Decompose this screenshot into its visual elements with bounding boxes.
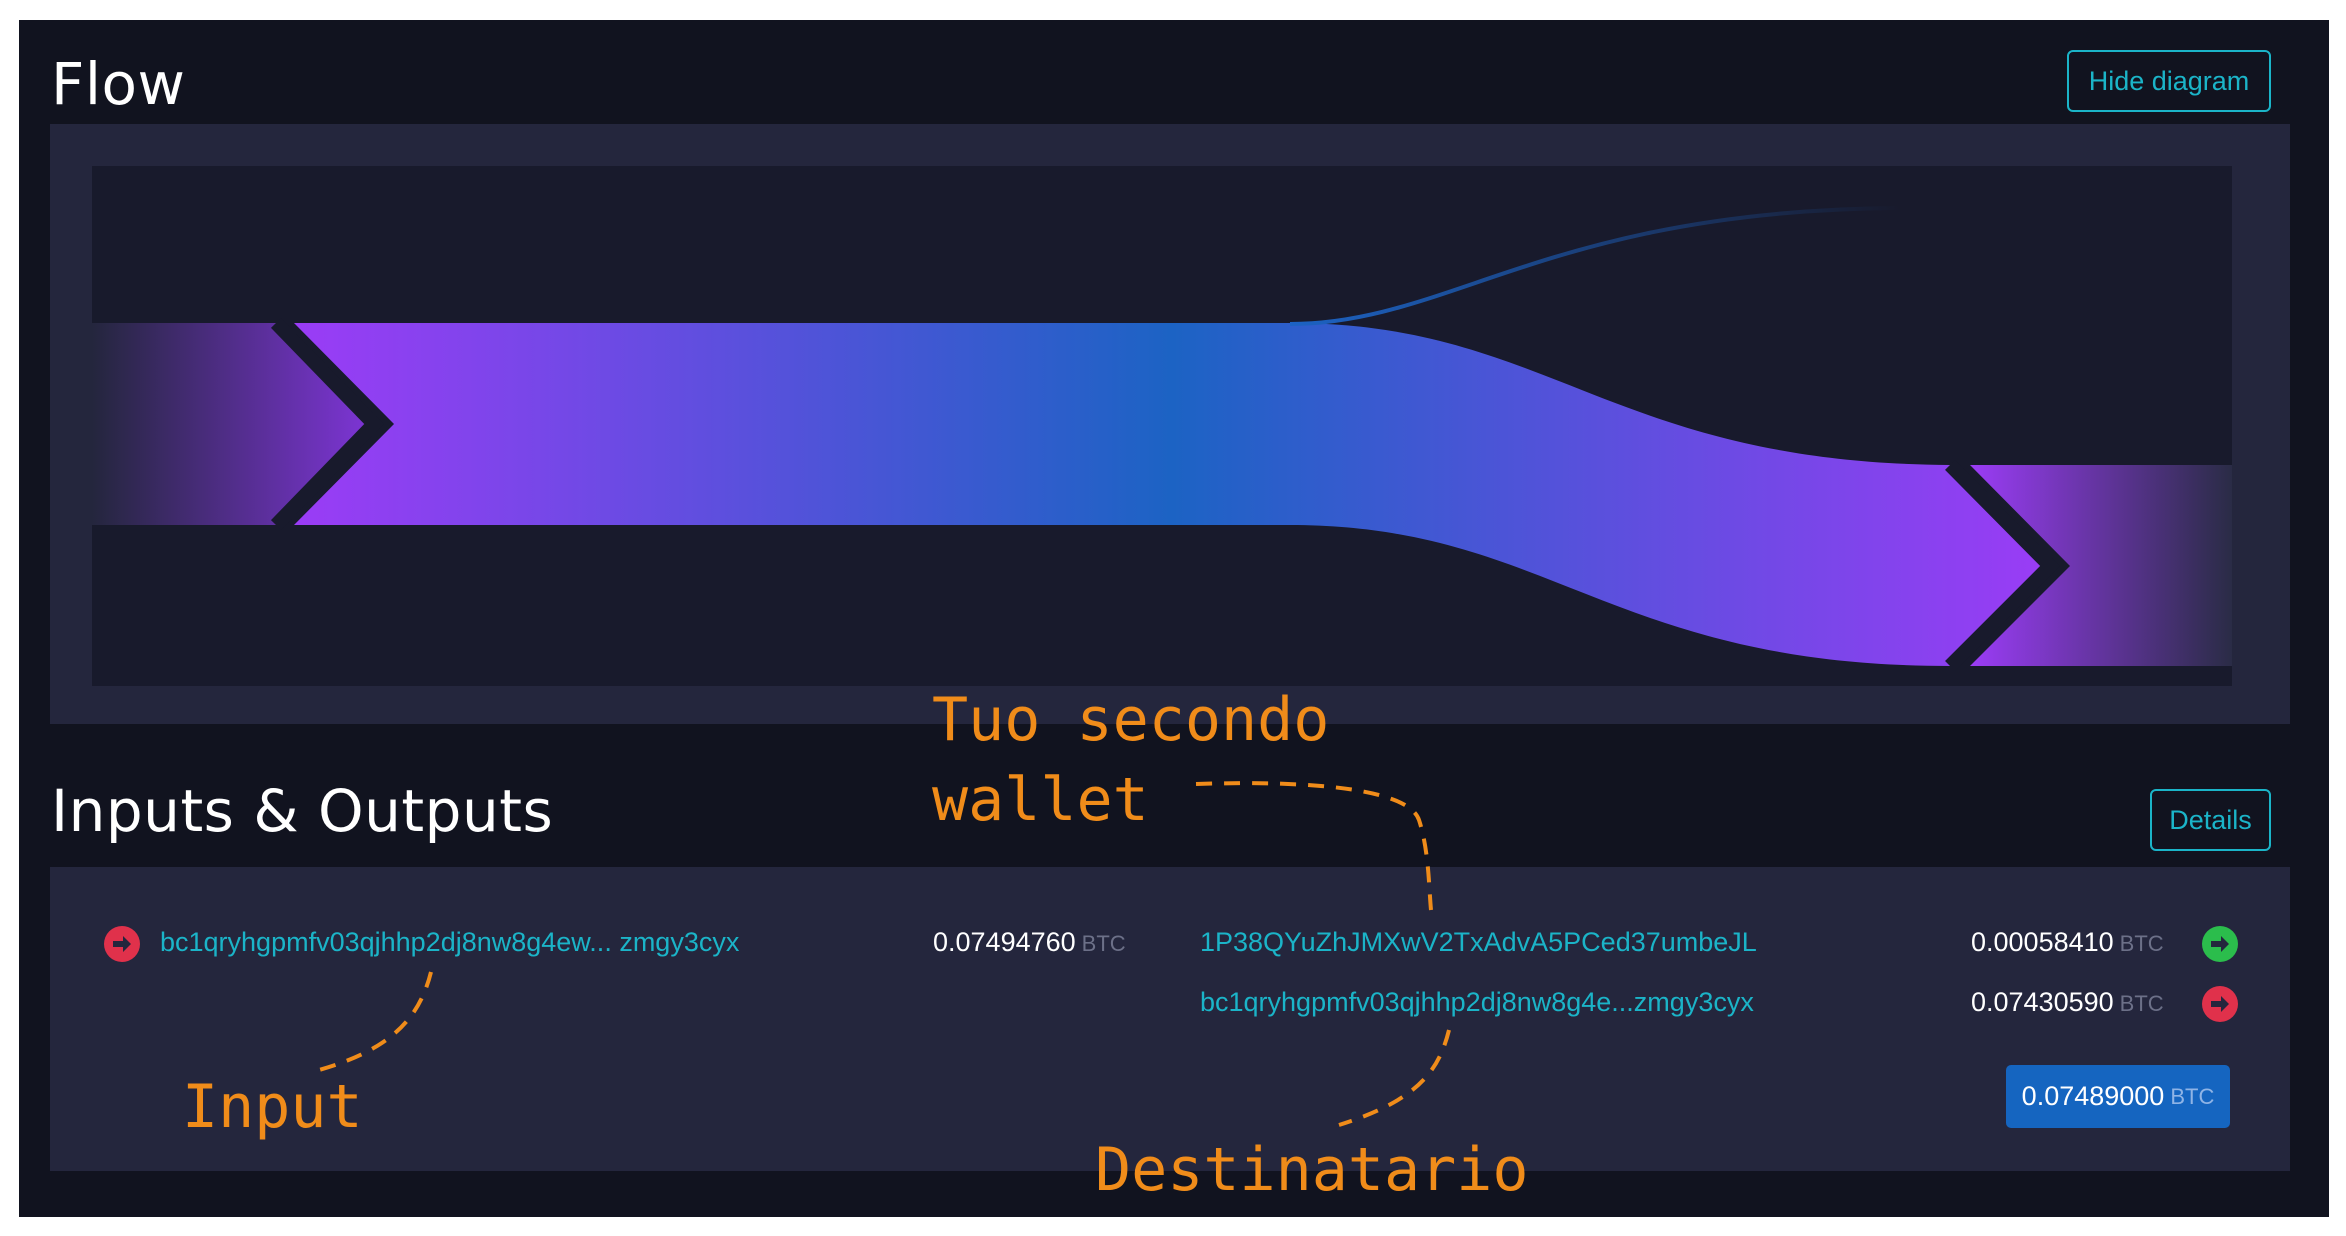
output-amount-unit-1: BTC (2119, 931, 2164, 956)
details-button[interactable]: Details (2150, 789, 2271, 851)
output-amount-2: 0.07430590 BTC (1971, 987, 2164, 1018)
output-amount-unit-2: BTC (2119, 991, 2164, 1016)
second-wallet-annotation-line1: Tuo secondo (932, 685, 1330, 755)
total-amount-badge: 0.07489000 BTC (2006, 1065, 2230, 1128)
recipient-annotation: Destinatario (1095, 1135, 1529, 1205)
second-wallet-annotation-line2: wallet (932, 765, 1149, 835)
total-amount-unit: BTC (2170, 1083, 2215, 1109)
input-amount-value: 0.07494760 (933, 927, 1076, 957)
inputs-outputs-panel: bc1qryhgpmfv03qjhhp2dj8nw8g4ew... zmgy3c… (50, 867, 2290, 1171)
flow-diagram (92, 206, 2232, 671)
main-flow-band (294, 323, 2050, 666)
output-address-link-1[interactable]: 1P38QYuZhJMXwV2TxAdvA5PCed37umbeJL (1200, 927, 1757, 958)
input-amount-unit: BTC (1081, 931, 1126, 956)
input-annotation: Input (182, 1072, 363, 1142)
flow-title: Flow (51, 50, 186, 118)
input-address-link[interactable]: bc1qryhgpmfv03qjhhp2dj8nw8g4ew... zmgy3c… (160, 927, 739, 958)
output-address-link-2[interactable]: bc1qryhgpmfv03qjhhp2dj8nw8g4e...zmgy3cyx (1200, 987, 1754, 1018)
output-amount-1: 0.00058410 BTC (1971, 927, 2164, 958)
total-amount-value: 0.07489000 (2021, 1081, 2165, 1111)
arrow-right-green-icon[interactable] (2202, 926, 2238, 962)
arrow-right-red-icon[interactable] (2202, 986, 2238, 1022)
flow-diagram-panel (50, 124, 2290, 724)
arrow-right-red-icon[interactable] (104, 926, 140, 962)
inputs-outputs-title: Inputs & Outputs (51, 777, 554, 845)
app-frame: Flow Hide diagram Inputs & Outputs Detai… (19, 20, 2329, 1217)
output-amount-value-2: 0.07430590 (1971, 987, 2114, 1017)
hide-diagram-button[interactable]: Hide diagram (2067, 50, 2271, 112)
input-amount: 0.07494760 BTC (933, 927, 1126, 958)
fee-flow-line (1289, 206, 1901, 326)
output-amount-value-1: 0.00058410 (1971, 927, 2114, 957)
